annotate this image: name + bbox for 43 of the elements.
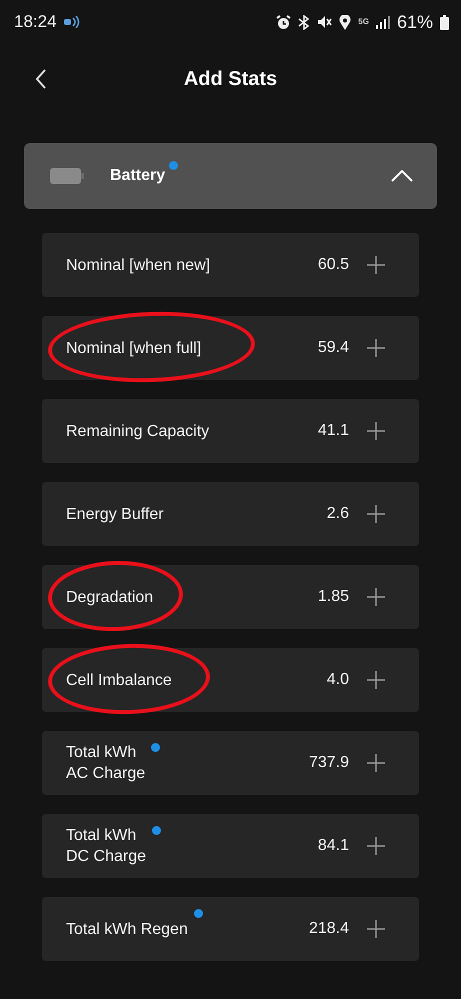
add-button[interactable] [367,920,385,938]
page-title: Add Stats [184,68,278,90]
add-button[interactable] [367,671,385,689]
signal-icon [376,16,390,28]
stat-value: 1.85 [318,588,349,606]
bluetooth-icon [298,14,310,30]
stat-label: Total kWh DC Charge [66,826,146,867]
add-button[interactable] [367,339,385,357]
stat-value: 84.1 [318,837,349,855]
mute-icon [317,15,332,29]
section-header[interactable]: Battery [24,143,437,209]
stat-value: 2.6 [326,505,349,523]
stat-value: 4.0 [326,671,349,689]
stat-value: 41.1 [318,422,349,440]
stat-value: 60.5 [318,256,349,274]
add-button[interactable] [367,837,385,855]
back-button[interactable] [34,68,48,90]
add-button[interactable] [367,754,385,772]
network-type: 5G [358,18,369,26]
stat-label: Cell Imbalance [66,670,172,690]
stat-label: Total kWh AC Charge [66,743,146,784]
add-button[interactable] [367,588,385,606]
stat-label: Remaining Capacity [66,422,210,442]
battery-icon [440,14,449,30]
battery-icon [50,168,84,184]
clock-time: 18:24 [14,12,57,32]
chevron-up-icon [391,170,413,182]
stat-label: Nominal [when full] [66,338,202,358]
alarm-icon [276,14,292,30]
stat-label: Total kWh Regen [66,920,188,940]
stat-label: Nominal [when new] [66,256,210,276]
stat-value: 59.4 [318,339,349,357]
add-button[interactable] [367,422,385,440]
stat-label: Energy Buffer [66,504,164,524]
sound-wave-icon [62,16,81,28]
add-button[interactable] [367,505,385,523]
stat-value: 737.9 [308,754,349,772]
battery-percent: 61% [396,12,433,32]
location-icon [339,14,352,30]
stat-label: Degradation [66,588,154,608]
section-title: Battery [110,167,166,185]
stat-value: 218.4 [308,920,349,938]
add-button[interactable] [367,256,385,274]
